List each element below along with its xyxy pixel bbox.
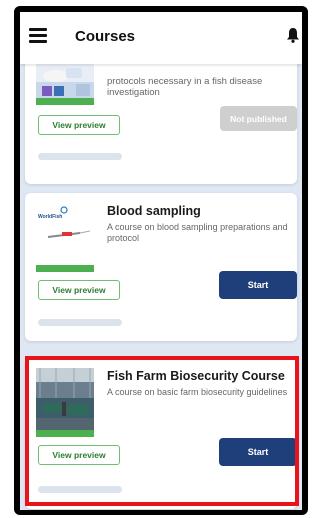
menu-icon[interactable] — [29, 28, 47, 43]
progress-bar-1 — [38, 153, 122, 160]
highlight-box — [25, 356, 299, 506]
course-thumbnail-bar-2 — [36, 265, 94, 272]
not-published-button: Not published — [220, 106, 297, 131]
progress-bar-2 — [38, 319, 122, 326]
start-button-2[interactable]: Start — [219, 271, 297, 299]
course-thumbnail-2: WorldFish — [36, 203, 94, 265]
course-description-2: A course on blood sampling preparations … — [107, 222, 288, 243]
course-title-2: Blood sampling — [107, 204, 201, 218]
page-title: Courses — [75, 28, 136, 45]
course-thumbnail-bar-1 — [36, 98, 94, 105]
course-card-2: WorldFish Blood sampling A course on blo… — [25, 193, 297, 341]
view-preview-button-2[interactable]: View preview — [38, 280, 120, 300]
worldfish-logo-text: WorldFish — [38, 214, 62, 220]
course-thumbnail-1 — [36, 62, 94, 98]
bell-icon[interactable] — [286, 27, 300, 43]
view-preview-button-1[interactable]: View preview — [38, 115, 120, 135]
course-description-1: protocols necessary in a fish disease in… — [107, 76, 263, 98]
app-header: Courses — [20, 12, 302, 64]
